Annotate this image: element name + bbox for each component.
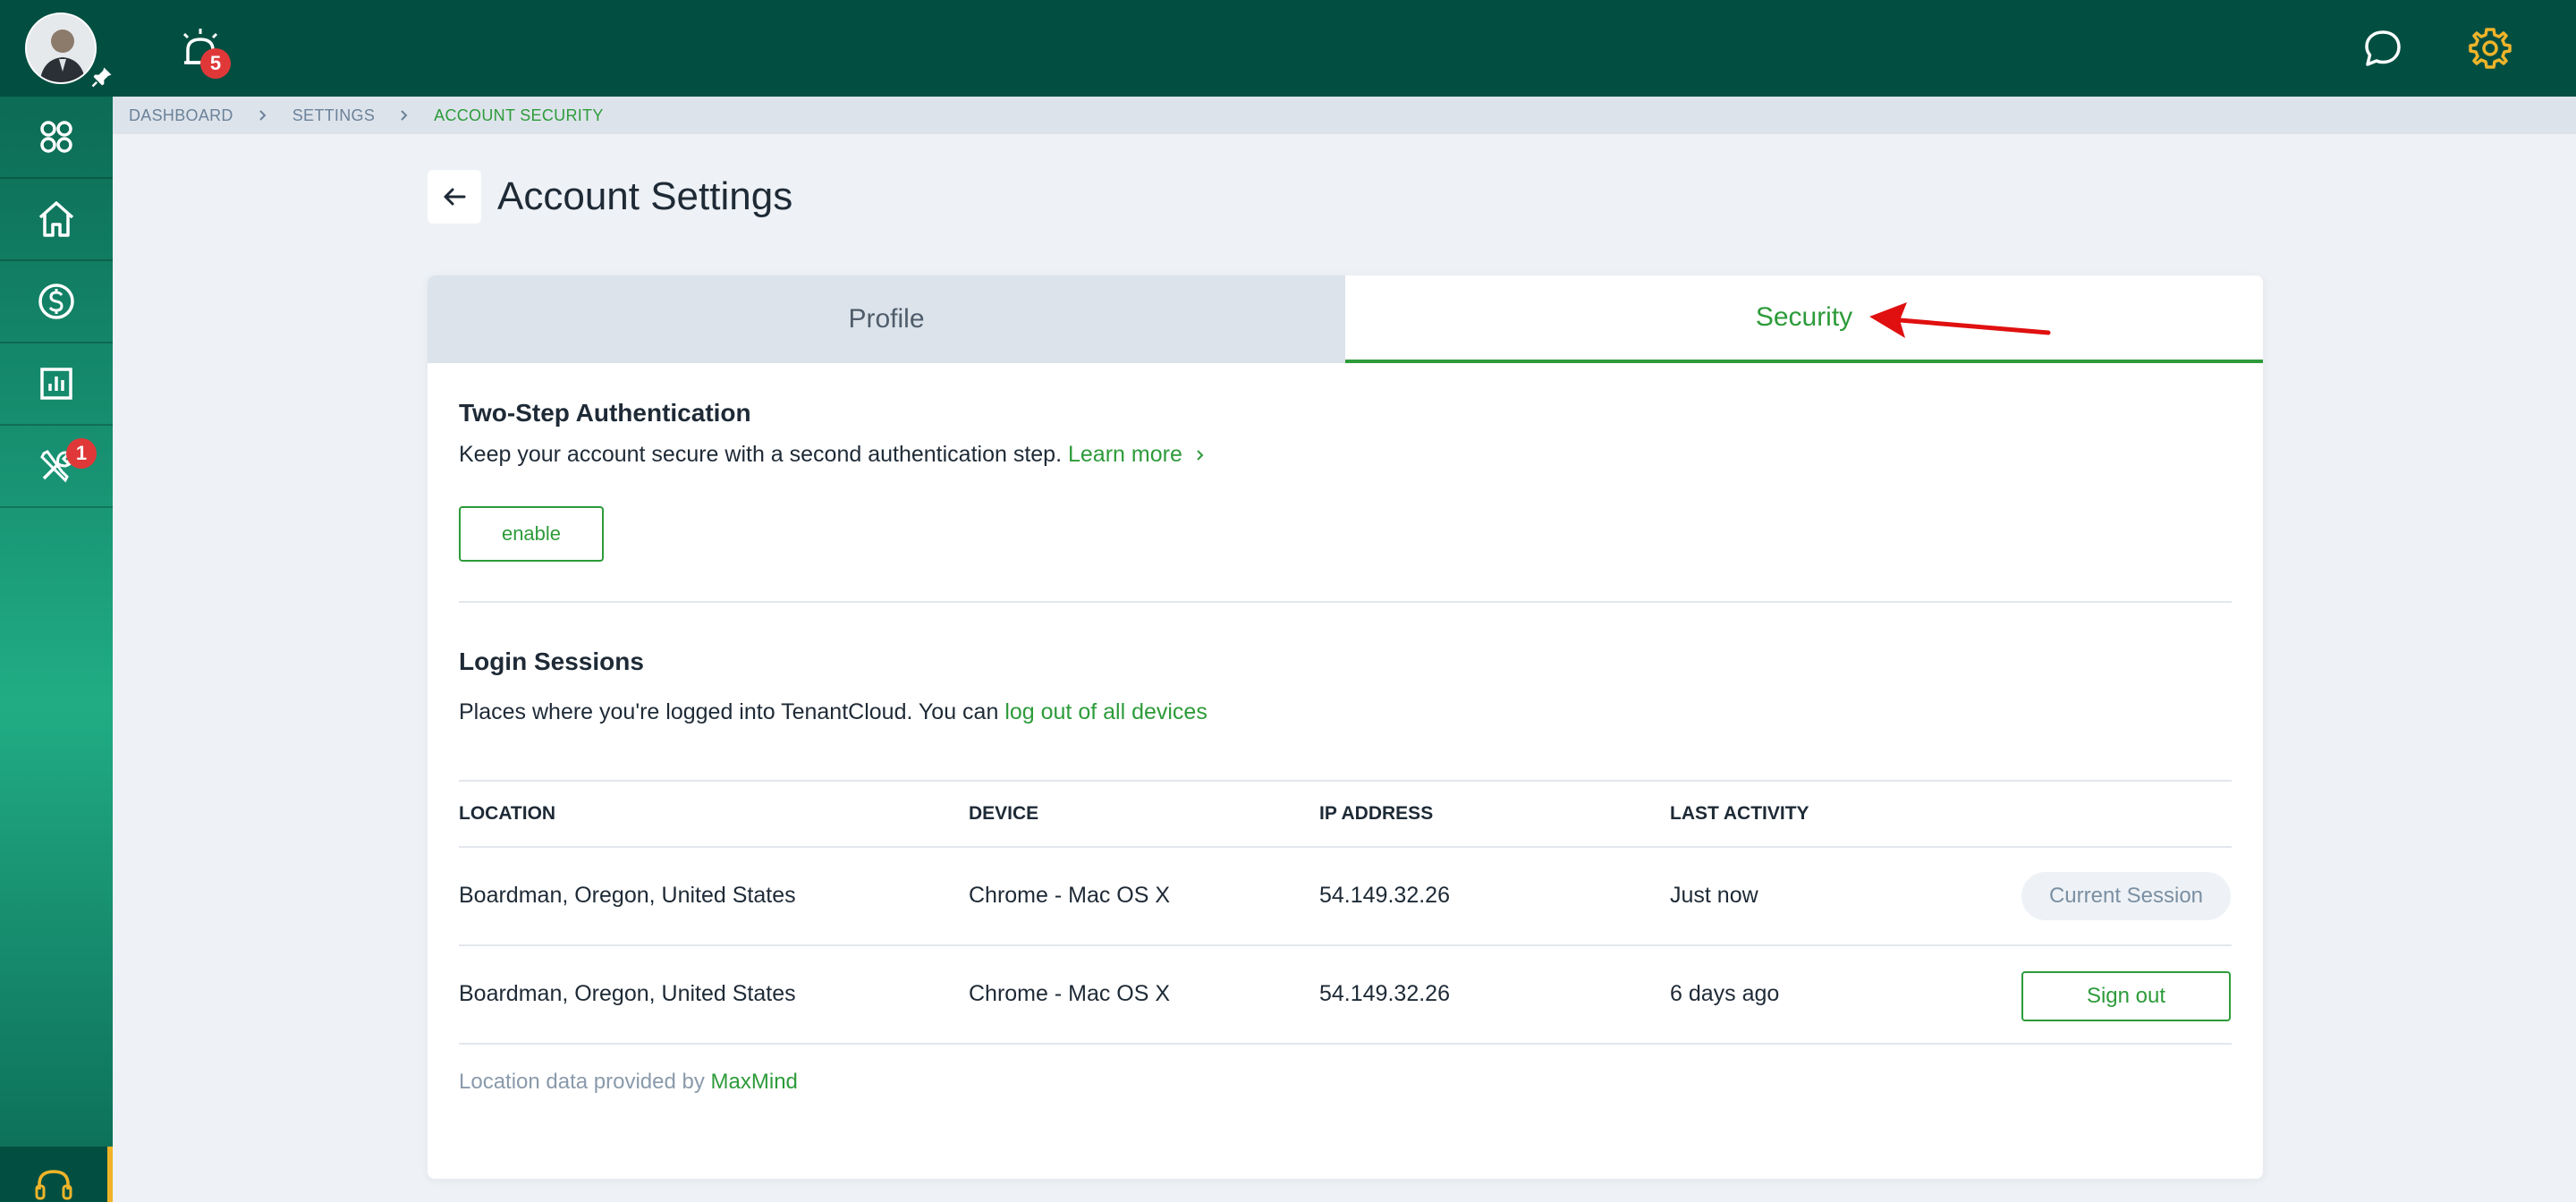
- sidebar-item-tools[interactable]: [0, 426, 113, 508]
- tab-profile[interactable]: Profile: [428, 275, 1345, 363]
- enable-two-step-button[interactable]: enable: [459, 506, 604, 562]
- breadcrumb-account-security: ACCOUNT SECURITY: [434, 106, 604, 124]
- learn-more-link[interactable]: Learn more: [1068, 442, 1207, 467]
- sidebar: [0, 97, 113, 1202]
- top-bar: 5: [0, 0, 2576, 97]
- row-divider: [459, 1043, 2232, 1045]
- login-sessions-description: Places where you're logged into TenantCl…: [459, 699, 1208, 725]
- row2-last-activity: 6 days ago: [1670, 981, 1780, 1006]
- sidebar-item-reports[interactable]: [0, 343, 113, 426]
- avatar[interactable]: [25, 13, 97, 84]
- chevron-right-icon: [259, 110, 267, 121]
- column-header-last-activity: LAST ACTIVITY: [1670, 803, 1809, 824]
- support-button[interactable]: [0, 1147, 113, 1202]
- dollar-icon: [38, 284, 74, 319]
- two-step-title: Two-Step Authentication: [459, 399, 751, 427]
- row1-location: Boardman, Oregon, United States: [459, 883, 796, 908]
- row1-ip: 54.149.32.26: [1319, 883, 1450, 908]
- row-divider: [459, 944, 2232, 946]
- location-data-note: Location data provided by MaxMind: [459, 1070, 798, 1095]
- pin-icon[interactable]: [89, 64, 114, 89]
- two-step-text: Keep your account secure with a second a…: [459, 442, 1063, 467]
- current-session-badge: Current Session: [2021, 872, 2231, 920]
- login-sessions-text: Places where you're logged into TenantCl…: [459, 699, 999, 724]
- alerts-badge: 5: [200, 48, 231, 79]
- login-sessions-title: Login Sessions: [459, 648, 644, 675]
- table-top-divider: [459, 780, 2232, 782]
- sidebar-item-home[interactable]: [0, 179, 113, 261]
- back-button[interactable]: [428, 170, 481, 224]
- apps-grid-icon: [40, 121, 72, 153]
- arrow-left-icon: [444, 188, 466, 206]
- tools-badge: 1: [66, 438, 97, 469]
- column-header-device: DEVICE: [969, 803, 1039, 824]
- column-header-ip: IP ADDRESS: [1319, 803, 1434, 824]
- sign-out-button[interactable]: Sign out: [2021, 971, 2231, 1021]
- red-arrow-annotation: [1869, 302, 2051, 338]
- row1-device: Chrome - Mac OS X: [969, 883, 1171, 908]
- tab-security[interactable]: Security: [1345, 275, 2263, 363]
- gear-icon[interactable]: [2467, 25, 2513, 72]
- two-step-description: Keep your account secure with a second a…: [459, 442, 1207, 468]
- table-header-divider: [459, 846, 2232, 848]
- learn-more-label: Learn more: [1068, 442, 1182, 467]
- location-data-text: Location data provided by: [459, 1070, 705, 1094]
- sidebar-item-apps[interactable]: [0, 97, 113, 179]
- row1-last-activity: Just now: [1670, 883, 1758, 908]
- page-title: Account Settings: [497, 174, 793, 218]
- row2-device: Chrome - Mac OS X: [969, 981, 1171, 1006]
- section-divider: [459, 601, 2232, 603]
- column-header-location: LOCATION: [459, 803, 556, 824]
- logout-all-devices-link[interactable]: log out of all devices: [1004, 699, 1208, 724]
- reports-icon: [40, 368, 72, 400]
- chat-icon[interactable]: [2361, 27, 2404, 70]
- chevron-right-icon: [1197, 450, 1204, 461]
- breadcrumb: DASHBOARD SETTINGS ACCOUNT SECURITY: [113, 97, 2576, 134]
- chevron-right-icon: [401, 110, 408, 121]
- row2-location: Boardman, Oregon, United States: [459, 981, 796, 1006]
- row2-ip: 54.149.32.26: [1319, 981, 1450, 1006]
- headset-icon: [35, 1170, 72, 1200]
- breadcrumb-dashboard[interactable]: DASHBOARD: [129, 106, 233, 125]
- maxmind-link[interactable]: MaxMind: [711, 1070, 798, 1094]
- breadcrumb-settings[interactable]: SETTINGS: [292, 106, 375, 125]
- home-icon: [38, 201, 74, 237]
- sidebar-item-finance[interactable]: [0, 261, 113, 343]
